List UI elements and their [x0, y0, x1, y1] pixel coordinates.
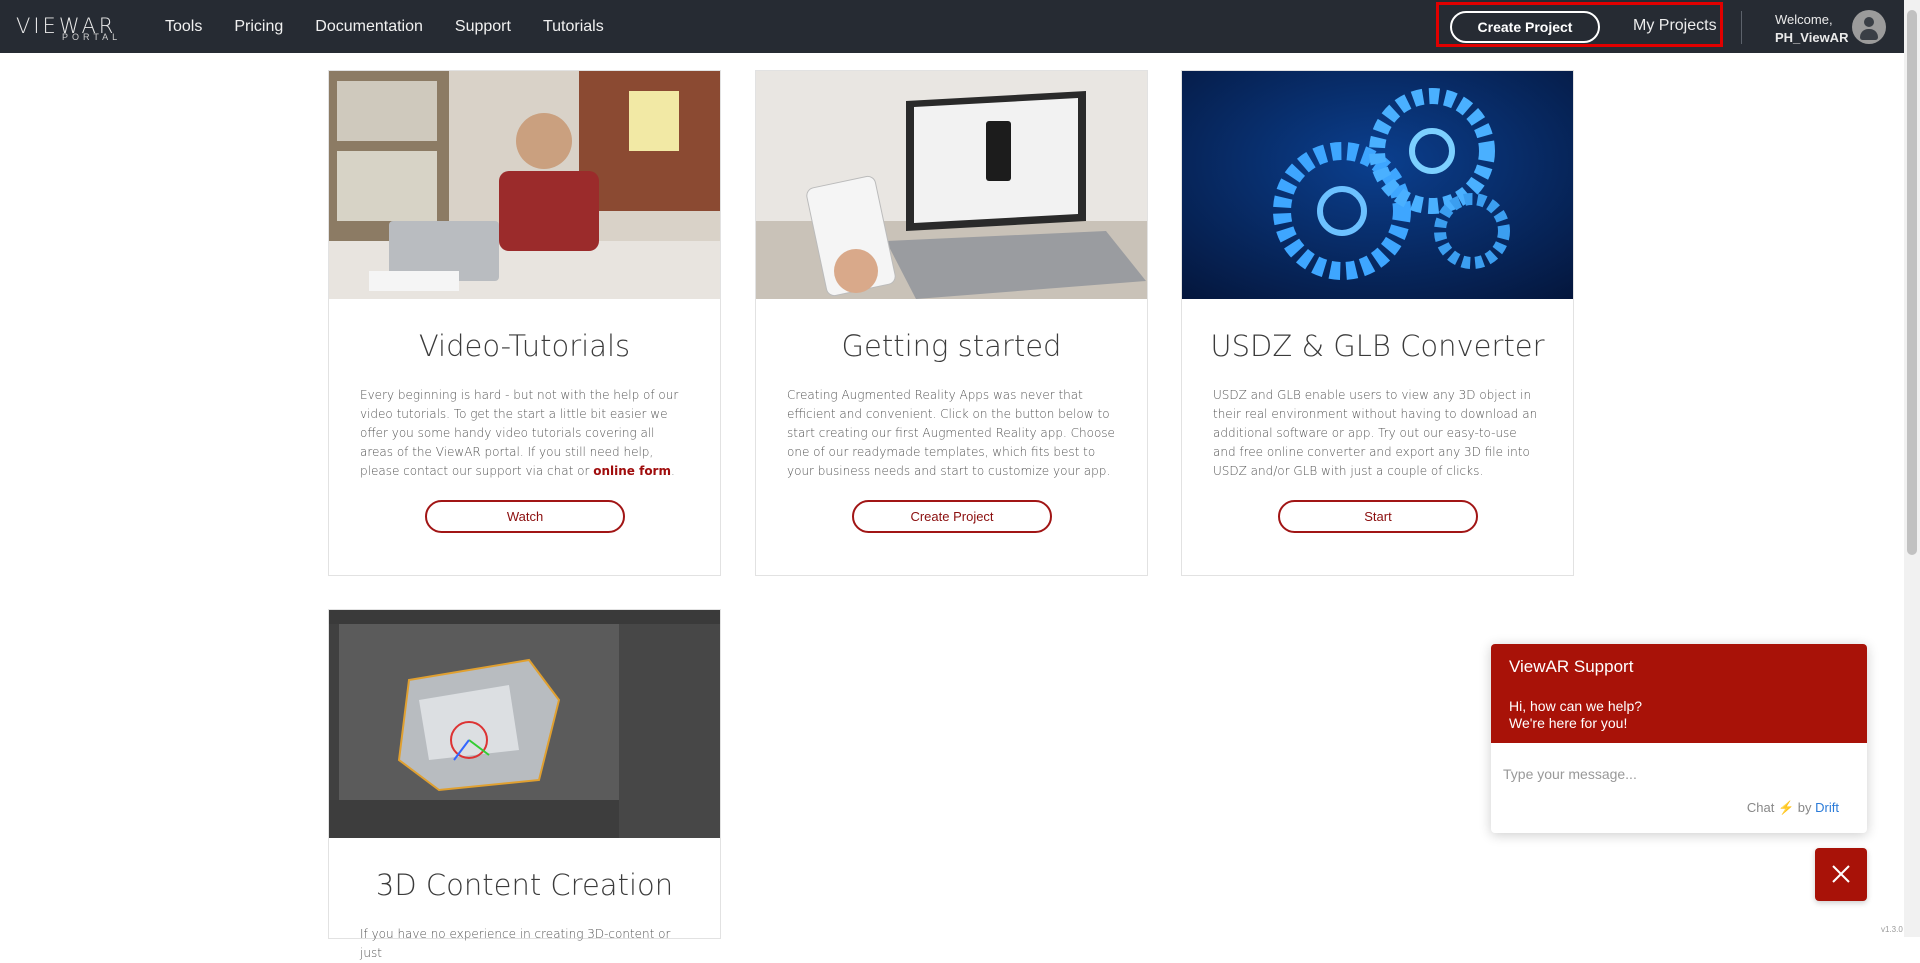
chat-brand-prefix: Chat [1746, 800, 1775, 815]
card-title: Video-Tutorials [418, 329, 631, 363]
logo-subtitle: PORTAL [62, 32, 122, 42]
close-icon [1832, 865, 1850, 883]
card-description: Creating Augmented Reality Apps was neve… [787, 388, 1115, 478]
create-project-card-button[interactable]: Create Project [852, 500, 1052, 533]
chat-greeting-line2: We're here for you! [1509, 715, 1628, 731]
card-usdz-glb-converter: USDZ & GLB Converter USDZ and GLB enable… [1181, 70, 1574, 576]
nav-documentation[interactable]: Documentation [315, 18, 423, 36]
chat-message-input[interactable]: Type your message... [1503, 766, 1637, 782]
top-navigation-bar: VIEWAR PORTAL Tools Pricing Documentatio… [0, 0, 1904, 53]
chat-title: ViewAR Support [1509, 657, 1634, 676]
chat-close-button[interactable] [1815, 848, 1867, 901]
nav-support[interactable]: Support [455, 18, 511, 36]
header-divider [1741, 11, 1742, 44]
converter-gears-image [1182, 71, 1573, 299]
avatar-head [1864, 17, 1874, 27]
support-chat-widget: ViewAR Support Hi, how can we help? We'r… [1491, 644, 1867, 833]
card-title: Getting started [841, 329, 1062, 363]
my-projects-link[interactable]: My Projects [1633, 17, 1717, 35]
create-project-button[interactable]: Create Project [1450, 11, 1600, 43]
card-3d-content-creation: 3D Content Creation If you have no exper… [328, 609, 721, 960]
card-title: 3D Content Creation [375, 868, 674, 902]
chat-greeting: Hi, how can we help? We're here for you! [1509, 698, 1642, 732]
scrollbar-thumb[interactable] [1907, 10, 1917, 555]
chat-branding[interactable]: Chat ⚡ by Drift [1747, 800, 1839, 816]
card-getting-started: Getting started Creating Augmented Reali… [755, 70, 1148, 576]
nav-tutorials[interactable]: Tutorials [543, 18, 604, 36]
page-scrollbar[interactable] [1904, 0, 1920, 937]
chat-header: ViewAR Support Hi, how can we help? We'r… [1491, 644, 1867, 743]
card-description: Every beginning is hard - but not with t… [360, 386, 690, 481]
welcome-label: Welcome, [1775, 12, 1833, 27]
chat-brand-by: by [1797, 800, 1812, 815]
card-description: If you have no experience in creating 3D… [360, 927, 671, 960]
card-title: USDZ & GLB Converter [1210, 329, 1545, 363]
nav-pricing[interactable]: Pricing [234, 18, 283, 36]
avatar-body [1860, 29, 1878, 40]
3d-content-creation-image [329, 610, 720, 838]
video-tutorials-image [329, 71, 720, 299]
card-description: USDZ and GLB enable users to view any 3D… [1213, 388, 1538, 478]
version-label: v1.3.0 [1881, 925, 1903, 934]
getting-started-image [756, 71, 1147, 299]
card-video-tutorials: Video-Tutorials Every beginning is hard … [328, 70, 721, 576]
watch-button[interactable]: Watch [425, 500, 625, 533]
user-avatar-icon[interactable] [1852, 10, 1886, 44]
drift-link: Drift [1815, 800, 1839, 815]
card-description-end: . [670, 464, 675, 478]
username: PH_ViewAR [1775, 30, 1849, 45]
start-converter-button[interactable]: Start [1278, 500, 1478, 533]
welcome-block: Welcome, PH_ViewAR [1775, 11, 1848, 47]
nav-tools[interactable]: Tools [165, 18, 202, 36]
chat-greeting-line1: Hi, how can we help? [1509, 698, 1643, 714]
lightning-icon: ⚡ [1777, 800, 1795, 815]
main-nav: Tools Pricing Documentation Support Tuto… [165, 0, 636, 53]
viewar-portal-logo[interactable]: VIEWAR PORTAL [16, 12, 136, 42]
online-form-link[interactable]: online form [593, 464, 671, 478]
